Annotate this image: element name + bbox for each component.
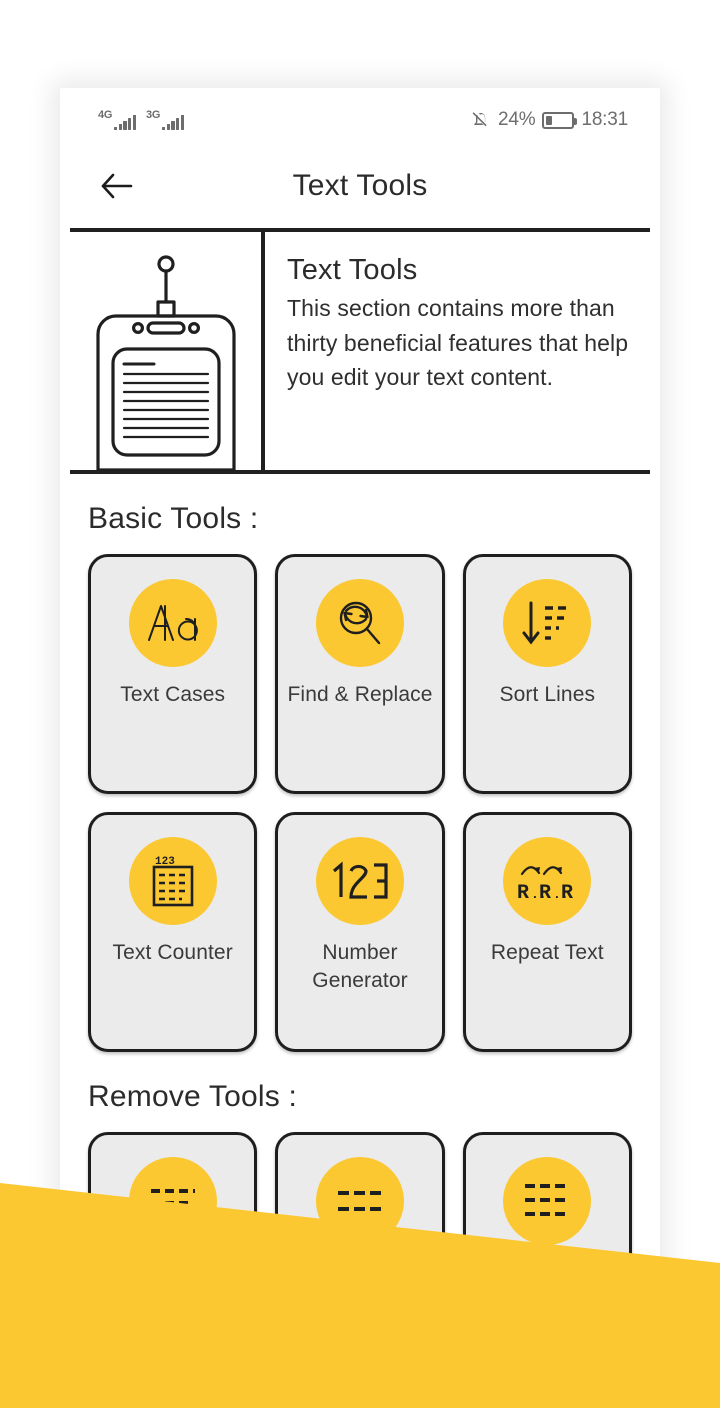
section-banner: Text Tools This section contains more th… xyxy=(70,232,650,470)
arrow-left-icon xyxy=(101,173,133,199)
tool-label: Number Generator xyxy=(312,941,408,993)
svg-text:R: R xyxy=(539,882,551,904)
status-bar-left: 4G 3G xyxy=(98,109,185,130)
tool-card-remove-2[interactable] xyxy=(275,1132,445,1306)
tool-label: Sort Lines xyxy=(499,683,596,706)
tool-card-find-replace[interactable]: Find & Replace xyxy=(275,554,445,794)
remove-lines-icon-1 xyxy=(128,1157,217,1245)
tool-card-text-counter[interactable]: 123 Text Counter xyxy=(88,812,258,1052)
signal-indicator-1: 4G xyxy=(98,109,137,130)
tool-label: Text Counter xyxy=(112,941,233,964)
network-type-label-2: 3G xyxy=(146,109,161,121)
banner-text-block: Text Tools This section contains more th… xyxy=(265,232,650,470)
sort-descending-icon xyxy=(503,579,592,667)
digits-123-icon xyxy=(315,837,404,925)
svg-text:R: R xyxy=(561,882,573,904)
remove-lines-icon-2 xyxy=(315,1157,404,1245)
signal-bars-icon-1 xyxy=(114,114,137,130)
back-button[interactable] xyxy=(94,163,140,209)
screenshot-canvas: 4G 3G 24% 18:31 Text Tools Text Tools Th… xyxy=(0,0,720,1408)
tool-card-sort-lines[interactable]: Sort Lines xyxy=(462,554,632,794)
bell-mute-icon xyxy=(472,112,487,127)
basic-tools-grid: Text Cases Find & Replace Sort Lines 123… xyxy=(70,554,650,1052)
tool-label: Text Cases xyxy=(120,683,226,706)
app-bar: Text Tools xyxy=(70,144,650,228)
repeat-r-r-r-icon: R .. R .. R xyxy=(503,837,592,925)
phone-screen: 4G 3G 24% 18:31 Text Tools Text Tools Th… xyxy=(70,96,650,1306)
battery-percent-label: 24% xyxy=(498,109,536,130)
banner-description: This section contains more than thirty b… xyxy=(287,295,629,390)
signal-indicator-2: 3G xyxy=(146,109,185,130)
tool-card-remove-3[interactable] xyxy=(462,1132,632,1306)
remove-tools-grid xyxy=(70,1132,650,1306)
svg-text:R: R xyxy=(517,882,529,904)
status-bar-right: 24% 18:31 xyxy=(471,109,628,131)
aa-letters-icon xyxy=(128,579,217,667)
tool-card-repeat-text[interactable]: R .. R .. R Repeat Text xyxy=(462,812,632,1052)
document-123-icon: 123 xyxy=(128,837,217,925)
remove-lines-icon-3 xyxy=(503,1157,592,1245)
tool-label: Find & Replace xyxy=(287,683,433,706)
battery-icon xyxy=(542,111,578,129)
tool-card-remove-1[interactable] xyxy=(88,1132,258,1306)
magnifier-refresh-icon xyxy=(315,579,404,667)
section-heading-basic-tools: Basic Tools : xyxy=(88,502,259,535)
section-heading-remove-tools: Remove Tools : xyxy=(88,1080,298,1113)
tool-card-text-cases[interactable]: Text Cases xyxy=(88,554,258,794)
tool-label: Repeat Text xyxy=(490,941,604,964)
signal-bars-icon-2 xyxy=(162,114,185,130)
network-type-label-1: 4G xyxy=(98,109,113,121)
radio-text-device-illustration xyxy=(95,255,236,470)
tool-card-number-generator[interactable]: Number Generator xyxy=(275,812,445,1052)
status-bar: 4G 3G 24% 18:31 xyxy=(70,96,650,144)
banner-illustration xyxy=(70,232,265,470)
banner-title: Text Tools xyxy=(287,254,418,286)
clock-label: 18:31 xyxy=(581,109,628,130)
page-title: Text Tools xyxy=(292,169,428,202)
